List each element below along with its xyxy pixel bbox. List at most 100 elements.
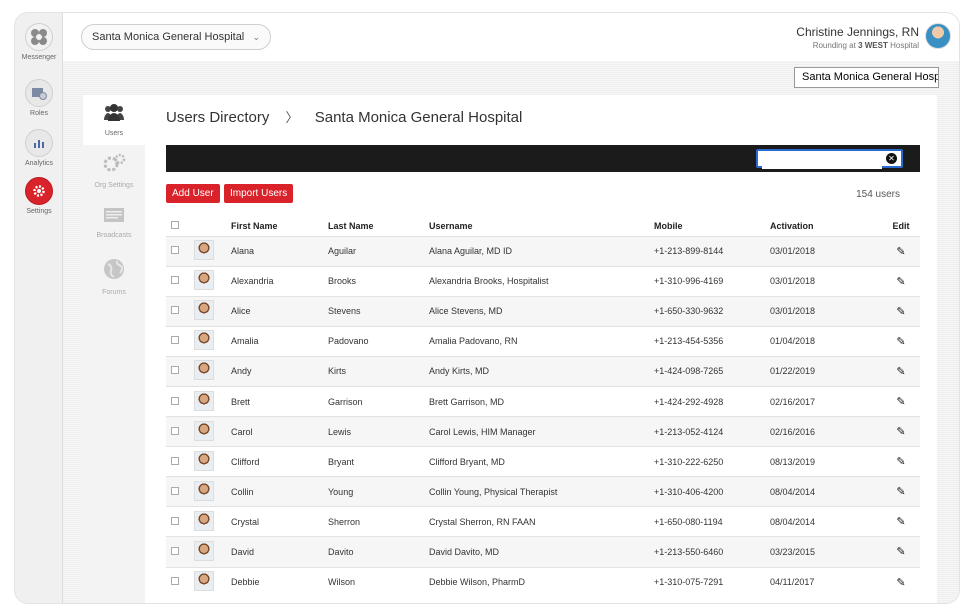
mobile-cell: +1-424-098-7265 xyxy=(654,355,770,387)
breadcrumb: Users Directory 〉 Santa Monica General H… xyxy=(166,107,522,126)
mobile-cell: +1-213-454-5356 xyxy=(654,325,770,357)
row-checkbox[interactable] xyxy=(171,486,179,495)
pencil-icon[interactable]: ✎ xyxy=(896,246,905,258)
pencil-icon[interactable]: ✎ xyxy=(896,516,905,528)
table-row[interactable]: Alana Aguilar Alana Aguilar, MD ID +1-213-8… xyxy=(166,235,920,267)
pencil-icon[interactable]: ✎ xyxy=(896,336,905,348)
last-name-cell: Stevens xyxy=(328,295,429,327)
col-activation[interactable]: Activation xyxy=(770,216,882,236)
search-input[interactable] xyxy=(762,154,882,169)
import-users-button[interactable]: Import Users xyxy=(224,184,294,203)
rail-label: Settings xyxy=(26,208,52,215)
table-row[interactable]: Amalia Padovano Amalia Padovano, RN +1-213-… xyxy=(166,325,920,357)
breadcrumb-root[interactable]: Users Directory xyxy=(166,109,269,126)
table-row[interactable]: Alexandria Brooks Alexandria Brooks, Hospi… xyxy=(166,265,920,297)
pencil-icon[interactable]: ✎ xyxy=(896,366,905,378)
subnav-label: Users xyxy=(104,130,124,137)
pencil-icon[interactable]: ✎ xyxy=(896,396,905,408)
row-checkbox[interactable] xyxy=(171,306,179,315)
col-last-name[interactable]: Last Name xyxy=(328,216,429,236)
analytics-icon xyxy=(25,129,53,157)
pencil-icon[interactable]: ✎ xyxy=(896,306,905,318)
toolbar-bar: ✕ xyxy=(166,145,920,172)
hospital-box[interactable]: Santa Monica General Hospital xyxy=(794,67,939,88)
row-checkbox[interactable] xyxy=(171,336,179,345)
hospital-select[interactable]: Santa Monica General Hospital ⌄ xyxy=(81,24,271,50)
activation-cell: 03/01/2018 xyxy=(770,295,882,327)
pencil-icon[interactable]: ✎ xyxy=(896,546,905,558)
row-checkbox[interactable] xyxy=(171,456,179,465)
pencil-icon[interactable]: ✎ xyxy=(896,577,905,589)
rail-item-messenger[interactable]: Messenger xyxy=(15,23,63,61)
subnav-item-forums[interactable]: Forums xyxy=(83,258,145,296)
edit-cell: ✎ xyxy=(882,325,920,357)
table-row[interactable]: Alice Stevens Alice Stevens, MD +1-650-330-… xyxy=(166,295,920,327)
last-name-cell: Wilson xyxy=(328,566,429,598)
clear-search-icon[interactable]: ✕ xyxy=(886,153,897,164)
table-row[interactable]: Collin Young Collin Young, Physical Therap… xyxy=(166,476,920,507)
pencil-icon[interactable]: ✎ xyxy=(896,456,905,468)
breadcrumb-separator: 〉 xyxy=(285,110,299,125)
row-checkbox[interactable] xyxy=(171,396,179,405)
last-name-cell: Bryant xyxy=(328,446,429,477)
user-photo xyxy=(194,300,214,321)
mobile-cell: +1-310-075-7291 xyxy=(654,566,770,598)
table-body: Alana Aguilar Alana Aguilar, MD ID +1-213-8… xyxy=(166,235,920,598)
edit-cell: ✎ xyxy=(882,476,920,507)
table-row[interactable]: Andy Kirts Andy Kirts, MD +1-424-098-7265 01… xyxy=(166,355,920,387)
table-row[interactable]: Brett Garrison Brett Garrison, MD +1-424-29… xyxy=(166,385,920,417)
col-mobile[interactable]: Mobile xyxy=(654,216,770,236)
username-cell: Alice Stevens, MD xyxy=(429,295,654,327)
activation-cell: 02/16/2017 xyxy=(770,385,882,417)
first-name-cell: Clifford xyxy=(231,446,328,477)
user-photo xyxy=(194,450,214,471)
mobile-cell: +1-650-080-1194 xyxy=(654,506,770,537)
row-checkbox[interactable] xyxy=(171,426,179,435)
row-checkbox[interactable] xyxy=(171,276,179,285)
row-checkbox[interactable] xyxy=(171,516,179,525)
settings-subnav: Users Org Settings Broadcasts Forums xyxy=(83,95,145,603)
rounding-suffix: Hospital xyxy=(890,41,919,50)
subnav-item-broadcasts[interactable]: Broadcasts xyxy=(83,207,145,239)
first-name-cell: Carol xyxy=(231,416,328,447)
search-box: ✕ xyxy=(756,149,903,169)
row-select-cell xyxy=(166,355,194,387)
rail-item-settings[interactable]: Settings xyxy=(15,177,63,215)
subnav-item-users[interactable]: Users xyxy=(83,95,145,145)
gears-icon xyxy=(103,153,126,172)
table-row[interactable]: Crystal Sherron Crystal Sherron, RN FAAN +1… xyxy=(166,506,920,537)
first-name-cell: David xyxy=(231,536,328,568)
activation-cell: 04/11/2017 xyxy=(770,566,882,598)
row-checkbox[interactable] xyxy=(171,577,179,586)
hospital-select-value: Santa Monica General Hospital xyxy=(92,31,245,43)
table-row[interactable]: David Davito David Davito, MD +1-213-550-64… xyxy=(166,536,920,568)
subnav-item-org-settings[interactable]: Org Settings xyxy=(83,153,145,189)
add-user-button[interactable]: Add User xyxy=(166,184,220,203)
table-row[interactable]: Clifford Bryant Clifford Bryant, MD +1-310-… xyxy=(166,446,920,477)
first-name-cell: Brett xyxy=(231,385,328,417)
rail-item-roles[interactable]: Roles xyxy=(15,79,63,117)
avatar[interactable] xyxy=(925,23,951,49)
pencil-icon[interactable]: ✎ xyxy=(896,276,905,288)
rounding-prefix: Rounding at xyxy=(812,41,856,50)
edit-cell: ✎ xyxy=(882,416,920,447)
first-name-cell: Andy xyxy=(231,355,328,387)
mobile-cell: +1-424-292-4928 xyxy=(654,385,770,417)
username-cell: Alana Aguilar, MD ID xyxy=(429,235,654,267)
row-checkbox[interactable] xyxy=(171,246,179,255)
user-photo xyxy=(194,270,214,291)
row-checkbox[interactable] xyxy=(171,366,179,375)
col-first-name[interactable]: First Name xyxy=(231,216,328,236)
rail-item-analytics[interactable]: Analytics xyxy=(15,129,63,167)
select-all-checkbox[interactable] xyxy=(171,220,179,229)
pencil-icon[interactable]: ✎ xyxy=(896,426,905,438)
username-cell: Brett Garrison, MD xyxy=(429,385,654,417)
first-name-cell: Collin xyxy=(231,476,328,507)
username-cell: Crystal Sherron, RN FAAN xyxy=(429,506,654,537)
breadcrumb-current: Santa Monica General Hospital xyxy=(314,109,523,126)
table-row[interactable]: Debbie Wilson Debbie Wilson, PharmD +1-310-… xyxy=(166,566,920,598)
table-row[interactable]: Carol Lewis Carol Lewis, HIM Manager +1-213… xyxy=(166,416,920,447)
pencil-icon[interactable]: ✎ xyxy=(896,486,905,498)
row-checkbox[interactable] xyxy=(171,546,179,555)
col-username[interactable]: Username xyxy=(429,216,654,236)
